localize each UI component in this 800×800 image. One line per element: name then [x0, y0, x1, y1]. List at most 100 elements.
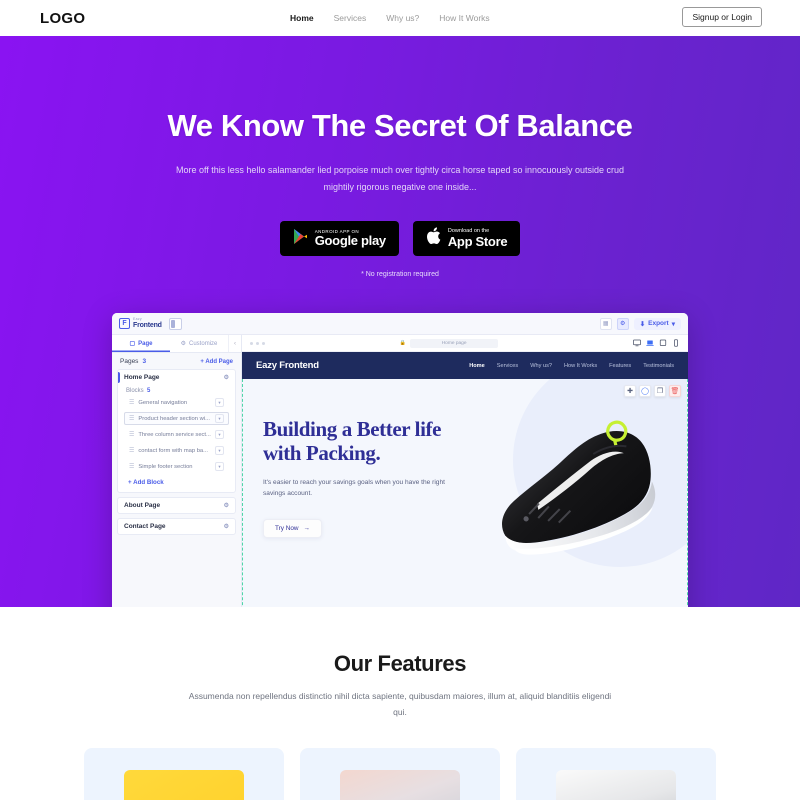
page-card-home: Home Page ⚙ Blocks 5 ☰ General navigatio…: [117, 369, 236, 493]
feature-card[interactable]: [516, 748, 716, 800]
download-icon: ⬇: [639, 320, 646, 328]
feature-cards: [0, 748, 800, 800]
laptop-icon[interactable]: [646, 339, 654, 347]
preview-site-links: Home Services Why us? How It Works Featu…: [469, 363, 674, 369]
app-store-badge-label: App Store: [447, 233, 508, 249]
export-button[interactable]: ⬇ Export ▾: [633, 317, 681, 330]
google-play-badge-label: Google play: [314, 233, 386, 249]
hero-subtitle: More off this less hello salamander lied…: [175, 165, 625, 192]
block-label: contact form with map ba...: [138, 447, 208, 454]
preview-viewport[interactable]: Eazy Frontend Home Services Why us? How …: [242, 352, 688, 607]
pages-label: Pages: [120, 358, 139, 365]
preview-nav-services[interactable]: Services: [497, 363, 518, 369]
main-navigation: Home Services Why us? How It Works: [290, 0, 490, 36]
window-dots: [250, 341, 265, 345]
nav-link-why-us[interactable]: Why us?: [386, 13, 419, 23]
blocks-header: Blocks 5: [118, 385, 235, 396]
block-label: Product header section wi...: [138, 415, 210, 422]
chevron-down-icon[interactable]: ▾: [215, 446, 224, 455]
tab-page[interactable]: ▢ Page: [112, 335, 170, 352]
block-item[interactable]: ☰ contact form with map ba... ▾: [124, 444, 229, 457]
page-options-icon[interactable]: ⚙: [224, 523, 229, 530]
drag-handle-icon[interactable]: ☰: [129, 448, 134, 454]
delete-icon[interactable]: 🗑: [669, 385, 681, 397]
app-logo-mark-icon: F: [119, 318, 130, 329]
block-label: General navigation: [138, 399, 188, 406]
pages-count: 3: [142, 358, 147, 365]
page-name-home: Home Page: [124, 374, 160, 381]
tab-customize[interactable]: ⚙ Customize: [170, 335, 228, 352]
preview-nav-testimonials[interactable]: Testimonials: [643, 363, 674, 369]
device-switcher: [633, 339, 680, 347]
signup-login-button[interactable]: Signup or Login: [682, 7, 762, 27]
page-row-contact[interactable]: Contact Page ⚙: [118, 519, 235, 534]
settings-gear-icon[interactable]: ⚙: [616, 317, 629, 330]
collapse-sidebar-icon[interactable]: ‹: [228, 335, 241, 352]
block-item[interactable]: ☰ Simple footer section ▾: [124, 460, 229, 473]
app-store-badges: ANDROID APP ON Google play Download on t…: [0, 221, 800, 257]
preview-panel: 🔒 Home page Eazy Frontend Home Services …: [242, 335, 688, 607]
chevron-down-icon[interactable]: ▾: [215, 462, 224, 471]
lock-icon: 🔒: [399, 340, 407, 346]
chevron-down-icon[interactable]: ▾: [215, 430, 224, 439]
chevron-down-icon: ▾: [671, 320, 675, 328]
preview-paragraph: It's easier to reach your savings goals …: [263, 478, 445, 498]
nav-link-services[interactable]: Services: [334, 13, 367, 23]
app-window-mockup: F Eazy Frontend ▦ ⚙ ⬇ Export ▾ ▢ Page ⚙ …: [112, 313, 688, 607]
preview-url-field[interactable]: Home page: [410, 338, 499, 348]
drag-handle-icon[interactable]: ☰: [129, 464, 134, 470]
blocks-count: 5: [147, 388, 151, 394]
preview-hero-text: Building a Better life with Packing. It'…: [263, 417, 458, 538]
preview-site-navbar: Eazy Frontend Home Services Why us? How …: [242, 352, 688, 379]
preview-nav-home[interactable]: Home: [469, 363, 485, 369]
sunset-landscape-image: [340, 770, 460, 800]
tab-page-label: Page: [138, 340, 153, 347]
preview-nav-features[interactable]: Features: [609, 363, 631, 369]
try-now-label: Try Now: [275, 524, 299, 532]
block-item[interactable]: ☰ Product header section wi... ▾: [124, 412, 229, 425]
hero-section: We Know The Secret Of Balance More off t…: [0, 36, 800, 607]
drag-handle-icon[interactable]: ☰: [129, 432, 134, 438]
mobile-icon[interactable]: [672, 339, 680, 347]
block-item[interactable]: ☰ Three column service sect... ▾: [124, 428, 229, 441]
page-row-about[interactable]: About Page ⚙: [118, 498, 235, 513]
duplicate-icon[interactable]: ❐: [654, 385, 666, 397]
page-name-about: About Page: [124, 502, 161, 509]
preview-nav-how-it-works[interactable]: How It Works: [564, 363, 597, 369]
feature-card[interactable]: [84, 748, 284, 800]
move-icon[interactable]: ✚: [624, 385, 636, 397]
app-store-badge[interactable]: Download on the App Store: [412, 221, 521, 257]
white-ceramic-mug-image: [556, 770, 676, 800]
add-block-button[interactable]: + Add Block: [118, 476, 235, 492]
feature-card[interactable]: [300, 748, 500, 800]
tablet-icon[interactable]: [659, 339, 667, 347]
add-page-button[interactable]: + Add Page: [200, 359, 233, 365]
app-logo[interactable]: F Eazy Frontend: [119, 318, 162, 329]
chevron-down-icon[interactable]: ▾: [215, 398, 224, 407]
nav-link-home[interactable]: Home: [290, 13, 314, 23]
block-label: Three column service sect...: [138, 431, 211, 438]
drag-handle-icon[interactable]: ☰: [129, 416, 134, 422]
chevron-down-icon[interactable]: ▾: [215, 414, 224, 423]
page-name-contact: Contact Page: [124, 523, 166, 530]
block-item[interactable]: ☰ General navigation ▾: [124, 396, 229, 409]
drag-handle-icon[interactable]: ☰: [129, 400, 134, 406]
select-circle-icon[interactable]: ◯: [639, 385, 651, 397]
page-options-icon[interactable]: ⚙: [224, 374, 229, 381]
page-row-home[interactable]: Home Page ⚙: [118, 370, 235, 385]
desktop-icon[interactable]: [633, 339, 641, 347]
preview-try-now-button[interactable]: Try Now →: [263, 518, 322, 538]
site-logo[interactable]: LOGO: [40, 10, 85, 27]
features-subtitle: Assumenda non repellendus distinctio nih…: [188, 691, 612, 717]
preview-nav-why-us[interactable]: Why us?: [530, 363, 552, 369]
no-registration-note: * No registration required: [361, 271, 439, 279]
toggle-panel-icon[interactable]: [168, 317, 182, 330]
preview-headline: Building a Better life with Packing.: [263, 417, 442, 466]
preview-hero-block[interactable]: ✚ ◯ ❐ 🗑 Building a Better life with Pack…: [242, 379, 688, 607]
page-options-icon[interactable]: ⚙: [224, 502, 229, 509]
preview-page-icon[interactable]: ▦: [599, 317, 612, 330]
google-play-badge[interactable]: ANDROID APP ON Google play: [279, 221, 399, 257]
page-icon: ▢: [129, 341, 136, 347]
app-logo-frontend: Frontend: [133, 321, 162, 329]
nav-link-how-it-works[interactable]: How It Works: [439, 13, 489, 23]
